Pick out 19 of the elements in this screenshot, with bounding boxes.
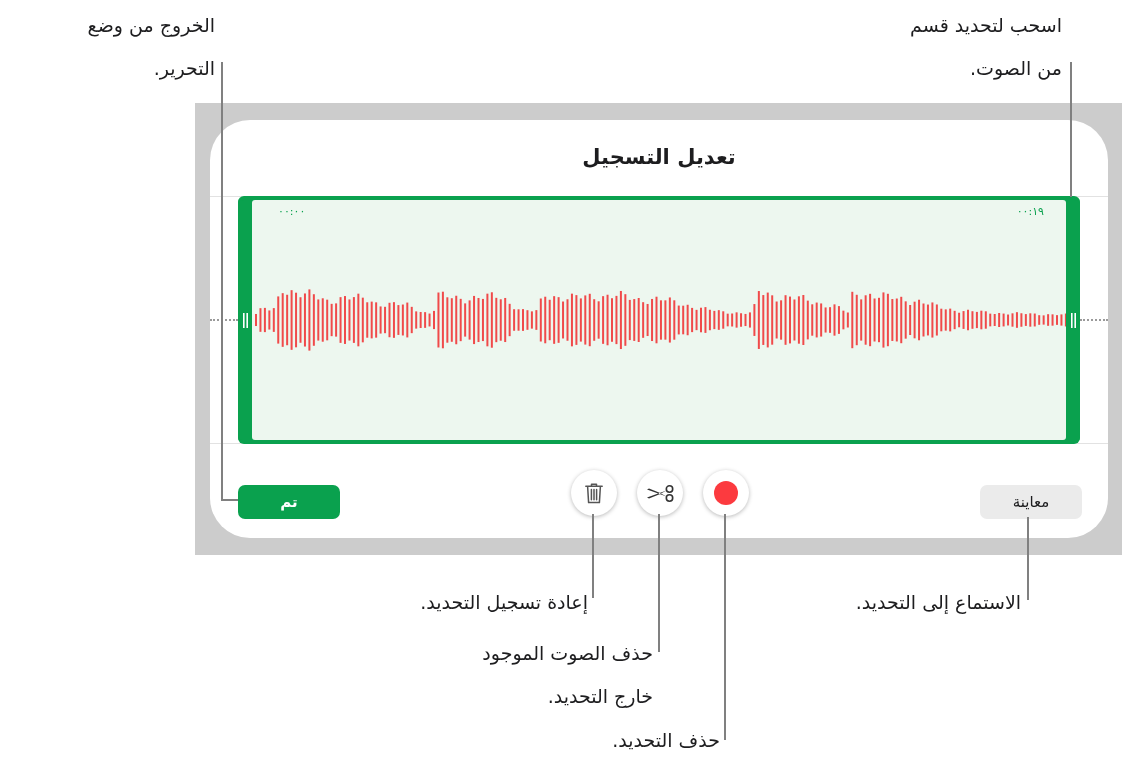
dialog-title: تعديل التسجيل: [582, 145, 736, 171]
grip-icon: [1070, 312, 1076, 328]
trim-button[interactable]: [637, 470, 683, 516]
callout-text: حذف التحديد.: [612, 728, 720, 753]
callout-text: اسحب لتحديد قسم من الصوت.: [910, 13, 1062, 82]
end-time: ٠٠:١٩: [1016, 205, 1044, 219]
callout-text: حذف الصوت الموجود خارج التحديد.: [482, 641, 653, 710]
record-icon: [714, 481, 738, 505]
scissors-icon: [646, 484, 674, 502]
start-time: ٠٠:٠٠: [278, 205, 306, 219]
record-button[interactable]: [703, 470, 749, 516]
callout-text: إعادة تسجيل التحديد.: [420, 590, 588, 616]
timeline-line: [1080, 319, 1108, 321]
preview-button[interactable]: معاينة: [980, 485, 1082, 519]
callout-text: الاستماع إلى التحديد.: [855, 590, 1021, 616]
callout-text: الخروج من وضع التحرير.: [87, 13, 215, 82]
grip-icon: [242, 312, 248, 328]
trash-icon: [585, 482, 603, 504]
delete-button[interactable]: [571, 470, 617, 516]
